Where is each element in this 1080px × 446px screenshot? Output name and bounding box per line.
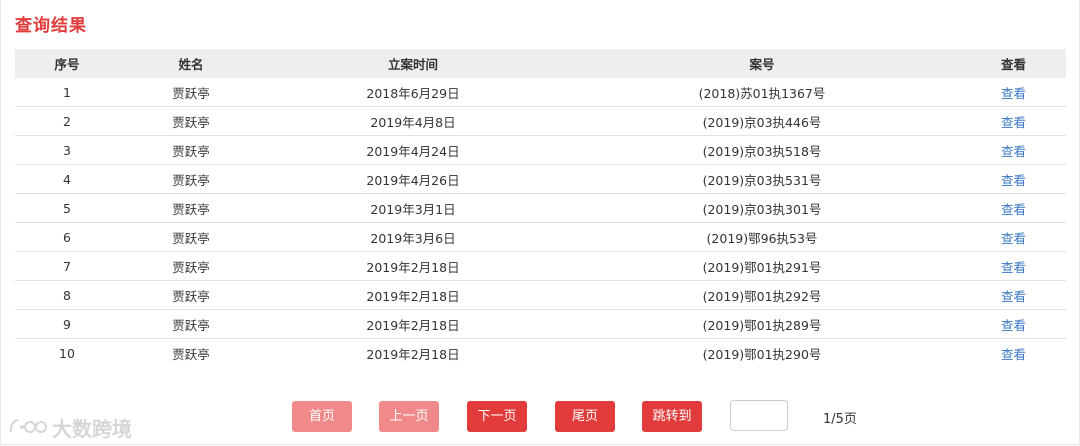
table-row: 5 贾跃亭 2019年3月1日 (2019)京03执301号 查看 xyxy=(15,193,1066,223)
cell-name: 贾跃亭 xyxy=(119,280,263,310)
cell-idx: 3 xyxy=(15,135,119,165)
cell-case: (2019)鄂01执292号 xyxy=(563,280,961,310)
cell-idx: 2 xyxy=(15,106,119,136)
cell-case: (2018)苏01执1367号 xyxy=(563,78,961,107)
table-row: 3 贾跃亭 2019年4月24日 (2019)京03执518号 查看 xyxy=(15,135,1066,165)
prev-page-button[interactable]: 上一页 xyxy=(379,401,439,432)
cell-name: 贾跃亭 xyxy=(119,135,263,165)
watermark: 大数跨境 xyxy=(8,413,132,442)
cell-date: 2019年3月6日 xyxy=(263,222,563,252)
page-title: 查询结果 xyxy=(15,16,87,36)
table-row: 2 贾跃亭 2019年4月8日 (2019)京03执446号 查看 xyxy=(15,106,1066,136)
table-row: 4 贾跃亭 2019年4月26日 (2019)京03执531号 查看 xyxy=(15,164,1066,194)
view-link[interactable]: 查看 xyxy=(1001,173,1026,188)
table-header-row: 序号 姓名 立案时间 案号 查看 xyxy=(15,49,1066,78)
cell-date: 2019年4月8日 xyxy=(263,106,563,136)
table-row: 9 贾跃亭 2019年2月18日 (2019)鄂01执289号 查看 xyxy=(15,309,1066,339)
cell-name: 贾跃亭 xyxy=(119,78,263,107)
cell-date: 2019年3月1日 xyxy=(263,193,563,223)
cell-name: 贾跃亭 xyxy=(119,309,263,339)
cell-case: (2019)鄂96执53号 xyxy=(563,222,961,252)
cell-name: 贾跃亭 xyxy=(119,106,263,136)
table-row: 1 贾跃亭 2018年6月29日 (2018)苏01执1367号 查看 xyxy=(15,78,1066,107)
view-link[interactable]: 查看 xyxy=(1001,115,1026,130)
cell-case: (2019)京03执531号 xyxy=(563,164,961,194)
view-link[interactable]: 查看 xyxy=(1001,318,1026,333)
cell-idx: 5 xyxy=(15,193,119,223)
cell-name: 贾跃亭 xyxy=(172,346,210,362)
header-date: 立案时间 xyxy=(263,49,563,78)
cell-name: 贾跃亭 xyxy=(119,222,263,252)
cell-name: 贾跃亭 xyxy=(119,193,263,223)
cell-case: (2019)京03执446号 xyxy=(563,106,961,136)
header-name: 姓名 xyxy=(119,49,263,78)
last-page-button[interactable]: 尾页 xyxy=(555,401,615,432)
results-table: 序号 姓名 立案时间 案号 查看 1 贾跃亭 2018年6月29日 (2018)… xyxy=(15,49,1066,367)
cell-name: 贾跃亭 xyxy=(119,164,263,194)
cell-name: 贾跃亭 xyxy=(119,251,263,281)
view-link[interactable]: 查看 xyxy=(1001,86,1026,101)
view-link[interactable]: 查看 xyxy=(1001,347,1026,362)
cell-date: 2019年2月18日 xyxy=(263,309,563,339)
jump-page-input[interactable] xyxy=(730,400,788,431)
cell-date: 2019年4月26日 xyxy=(263,164,563,194)
cell-idx: 7 xyxy=(15,251,119,281)
watermark-text: 大数跨境 xyxy=(52,417,132,441)
header-case: 案号 xyxy=(563,49,961,78)
view-link[interactable]: 查看 xyxy=(1001,231,1026,246)
cell-idx: 6 xyxy=(15,222,119,252)
ido-logo-icon xyxy=(9,418,47,433)
cell-idx: 1 xyxy=(15,78,119,107)
cell-idx: 4 xyxy=(15,164,119,194)
cell-date: 2019年2月18日 xyxy=(263,280,563,310)
table-row: 7 贾跃亭 2019年2月18日 (2019)鄂01执291号 查看 xyxy=(15,251,1066,281)
first-page-button[interactable]: 首页 xyxy=(292,401,352,432)
table-row: 10 贾跃亭 2019年2月18日 (2019)鄂01执290号 查看 xyxy=(15,339,1066,368)
table-row: 6 贾跃亭 2019年3月6日 (2019)鄂96执53号 查看 xyxy=(15,222,1066,252)
view-link[interactable]: 查看 xyxy=(1001,144,1026,159)
cell-case: (2019)鄂01执289号 xyxy=(563,309,961,339)
cell-case: (2019)鄂01执290号 xyxy=(702,346,822,362)
cell-idx: 8 xyxy=(15,280,119,310)
table-row: 8 贾跃亭 2019年2月18日 (2019)鄂01执292号 查看 xyxy=(15,280,1066,310)
cell-case: (2019)京03执301号 xyxy=(563,193,961,223)
cell-date: 2018年6月29日 xyxy=(263,78,563,107)
cell-case: (2019)鄂01执291号 xyxy=(563,251,961,281)
header-idx: 序号 xyxy=(15,49,119,78)
view-link[interactable]: 查看 xyxy=(1001,202,1026,217)
pagination: 首页 上一页 下一页 尾页 跳转到 1/5页 xyxy=(0,400,1080,433)
cell-idx: 9 xyxy=(15,309,119,339)
cell-date: 2019年4月24日 xyxy=(263,135,563,165)
cell-case: (2019)京03执518号 xyxy=(563,135,961,165)
next-page-button[interactable]: 下一页 xyxy=(467,401,527,432)
cell-idx: 10 xyxy=(59,345,75,361)
page-info: 1/5页 xyxy=(823,412,857,427)
cell-date: 2019年2月18日 xyxy=(366,346,460,362)
view-link[interactable]: 查看 xyxy=(1001,289,1026,304)
cell-date: 2019年2月18日 xyxy=(263,251,563,281)
view-link[interactable]: 查看 xyxy=(1001,260,1026,275)
header-view: 查看 xyxy=(961,49,1066,78)
jump-to-button[interactable]: 跳转到 xyxy=(642,401,702,432)
